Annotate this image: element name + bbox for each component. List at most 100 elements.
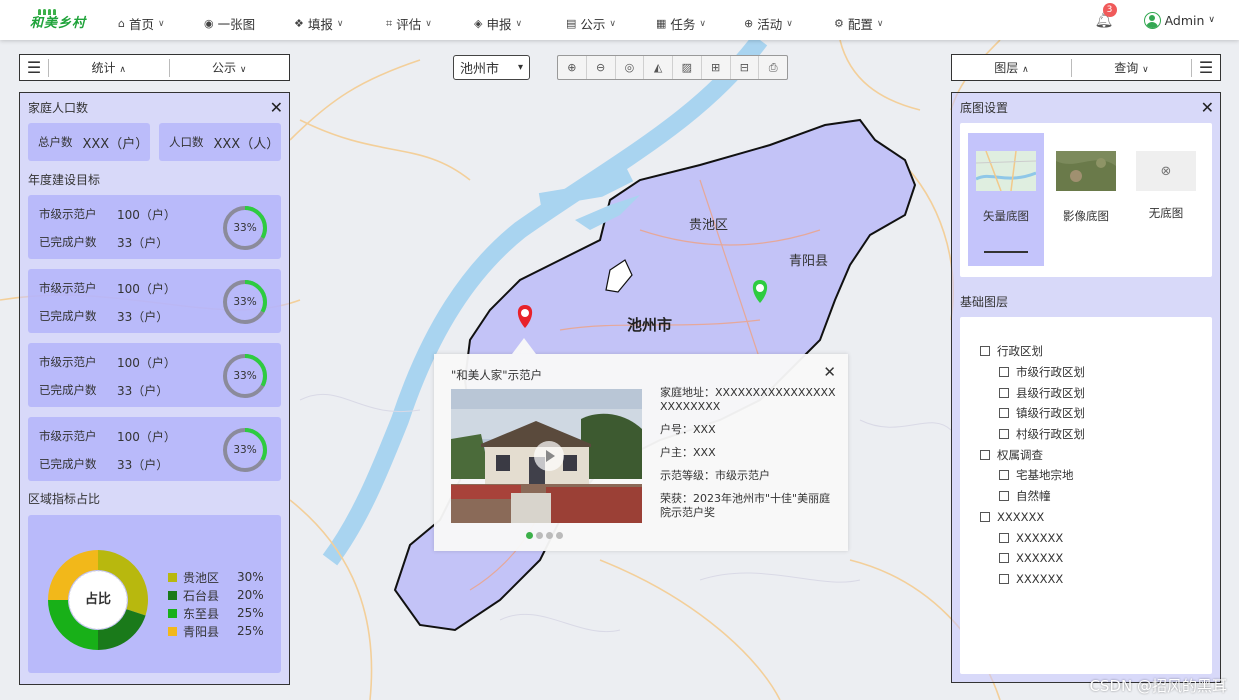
goal-target-value: 100（户） (117, 208, 176, 222)
layer-group[interactable]: 权属调查 (980, 444, 1212, 465)
checkbox[interactable] (999, 367, 1009, 378)
layer-group[interactable]: XXXXXX (980, 507, 1212, 528)
notice-toggle[interactable]: 公示 ∨ (170, 59, 290, 76)
zoom-in-button[interactable]: ⊕ (558, 56, 587, 79)
notification-button[interactable]: 🔔︎ 3 (1095, 3, 1117, 29)
print-button[interactable]: ⎙ (759, 56, 787, 79)
nav-item[interactable]: ▦ 任务 ∨ (656, 14, 706, 33)
nav-item[interactable]: ◉ 一张图 (204, 14, 255, 33)
layer-group[interactable]: 行政区划 (980, 341, 1212, 362)
basemap-vector[interactable]: 矢量底图 (968, 133, 1044, 266)
layers-toggle[interactable]: 图层 ∧ (952, 59, 1071, 76)
progress-percent: 33% (233, 222, 257, 234)
checkbox[interactable] (980, 511, 990, 522)
user-name: Admin (1164, 12, 1205, 28)
layer-sub-item[interactable]: 县级行政区划 (980, 382, 1212, 403)
house-photo[interactable] (451, 389, 642, 523)
close-icon[interactable]: ✕ (1201, 93, 1214, 123)
checkbox[interactable] (999, 491, 1009, 502)
goal-done-label: 已完成户数 (39, 235, 97, 249)
layer-sub-item[interactable]: XXXXXX (980, 548, 1212, 569)
layer-label: XXXXXX (1016, 530, 1064, 545)
layer-sub-item[interactable]: 村级行政区划 (980, 424, 1212, 445)
close-icon[interactable]: ✕ (823, 363, 836, 381)
carousel-dot[interactable] (556, 532, 563, 539)
legend-percent: 20% (237, 588, 264, 602)
expand-button[interactable]: ⊞ (702, 56, 731, 79)
city-select-value: 池州市 (460, 62, 500, 77)
layer-sub-item[interactable]: 市级行政区划 (980, 362, 1212, 383)
right-menu-button[interactable]: ☰ (1192, 55, 1220, 80)
nav-item[interactable]: ⌗ 评估 ∨ (386, 14, 432, 33)
goal-done-value: 33（户） (117, 384, 169, 398)
carousel-dot[interactable] (526, 532, 533, 539)
goal-card: 市级示范户 100（户） 已完成户数 33（户） 33% (28, 343, 281, 407)
checkbox[interactable] (999, 532, 1009, 543)
region-title: 区域指标占比 (28, 492, 101, 506)
checkbox[interactable] (999, 573, 1009, 584)
layer-sub-item[interactable]: 自然幢 (980, 486, 1212, 507)
basemap-satellite[interactable]: 影像底图 (1048, 133, 1124, 266)
zoom-out-button[interactable]: ⊖ (587, 56, 616, 79)
checkbox[interactable] (999, 387, 1009, 398)
nav-item[interactable]: ⚙ 配置 ∨ (834, 14, 883, 33)
nav-item[interactable]: ⌂ 首页 ∨ (118, 14, 165, 33)
cubes-icon: ❖ (294, 17, 304, 30)
globe-button[interactable]: ◎ (616, 56, 645, 79)
close-icon[interactable]: ✕ (270, 93, 283, 123)
nav-item[interactable]: ⊕ 活动 ∨ (744, 14, 793, 33)
goal-target-value: 100（户） (117, 282, 176, 296)
nav-item-label: 申报 (486, 17, 512, 32)
collapse-button[interactable]: ⊟ (731, 56, 760, 79)
checkbox[interactable] (999, 470, 1009, 481)
map-toolbar: ⊕ ⊖ ◎ ◭ ▨ ⊞ ⊟ ⎙ (557, 55, 788, 80)
donut-center-label: 占比 (84, 592, 111, 607)
layer-label: 市级行政区划 (1016, 365, 1085, 380)
checkbox[interactable] (980, 449, 990, 460)
chevron-down-icon: ∨ (876, 18, 884, 29)
chevron-down-icon: ∨ (336, 18, 344, 29)
panel-title: 底图设置 ✕ (960, 93, 1214, 123)
activity-icon: ⊕ (744, 17, 754, 30)
eraser-button[interactable]: ◭ (644, 56, 673, 79)
globe-icon: ◎ (624, 61, 635, 74)
goal-target-value: 100（户） (117, 356, 176, 370)
population-card: 人口数 XXX（人） (159, 123, 281, 161)
layer-label: 镇级行政区划 (1016, 406, 1085, 421)
left-menu-button[interactable]: ☰ (20, 55, 48, 80)
goal-done-value: 33（户） (117, 458, 169, 472)
layer-label: XXXXXX (1016, 551, 1064, 566)
stats-toggle[interactable]: 统计 ∧ (49, 59, 169, 76)
query-toggle[interactable]: 查询 ∨ (1072, 59, 1191, 76)
layer-label: 县级行政区划 (1016, 385, 1085, 400)
layer-sub-item[interactable]: XXXXXX (980, 569, 1212, 590)
goals-title: 年度建设目标 (28, 173, 101, 187)
app-logo[interactable]: 和美乡村 (0, 0, 110, 40)
region-legend: 贵池区 30% 石台县 20% 东至县 25% 青阳县 25% (168, 568, 264, 640)
goal-done-value: 33（户） (117, 310, 169, 324)
goal-target-value: 100（户） (117, 430, 176, 444)
play-icon[interactable] (534, 441, 564, 471)
legend-item: 东至县 25% (168, 604, 264, 622)
layer-label: XXXXXX (997, 509, 1045, 524)
basemap-none[interactable]: ⊗ 无底图 (1128, 133, 1204, 266)
carousel-dots (526, 532, 563, 539)
layer-sub-item[interactable]: 宅基地宗地 (980, 465, 1212, 486)
legend-percent: 25% (237, 624, 264, 638)
city-select[interactable]: 池州市 ▾ (453, 55, 530, 80)
legend-swatch (168, 626, 177, 636)
nav-item[interactable]: ❖ 填报 ∨ (294, 14, 343, 33)
carousel-dot[interactable] (536, 532, 543, 539)
checkbox[interactable] (999, 429, 1009, 440)
checkbox[interactable] (999, 408, 1009, 419)
checkbox[interactable] (980, 346, 990, 357)
checkbox[interactable] (999, 553, 1009, 564)
nav-item[interactable]: ▤ 公示 ∨ (566, 14, 616, 33)
user-menu[interactable]: Admin ∨ (1143, 11, 1215, 29)
legend-swatch (168, 572, 177, 582)
nav-item[interactable]: ◈ 申报 ∨ (474, 14, 522, 33)
layer-sub-item[interactable]: XXXXXX (980, 527, 1212, 548)
measure-area-button[interactable]: ▨ (673, 56, 702, 79)
carousel-dot[interactable] (546, 532, 553, 539)
layer-sub-item[interactable]: 镇级行政区划 (980, 403, 1212, 424)
